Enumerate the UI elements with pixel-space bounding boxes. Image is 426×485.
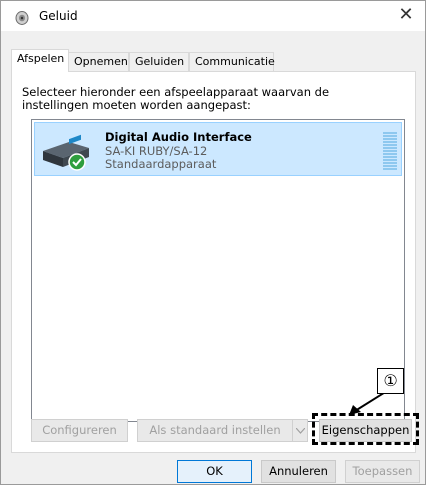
device-name: Digital Audio Interface <box>105 130 252 144</box>
device-model: SA-KI RUBY/SA-12 <box>105 144 208 158</box>
audio-device-icon <box>39 133 95 173</box>
chevron-down-icon <box>296 428 305 434</box>
device-list[interactable]: Digital Audio Interface SA-KI RUBY/SA-12… <box>31 119 405 422</box>
set-default-button[interactable]: Als standaard instellen <box>137 419 293 442</box>
default-check-icon <box>68 153 86 171</box>
sound-dialog: Geluid ✕ Afspelen Opnemen Geluiden Commu… <box>0 0 426 485</box>
tab-afspelen[interactable]: Afspelen <box>11 49 69 72</box>
title-bar: Geluid ✕ <box>1 1 425 31</box>
level-meter <box>383 132 397 170</box>
instruction-text: Selecteer hieronder een afspeelapparaat … <box>22 85 330 112</box>
close-icon[interactable]: ✕ <box>396 5 416 25</box>
device-status: Standaardapparaat <box>105 157 217 171</box>
set-default-dropdown[interactable] <box>292 419 308 442</box>
tab-opnemen[interactable]: Opnemen <box>68 52 129 71</box>
cancel-button[interactable]: Annuleren <box>261 460 336 483</box>
tab-geluiden[interactable]: Geluiden <box>129 52 189 71</box>
list-item[interactable]: Digital Audio Interface SA-KI RUBY/SA-12… <box>34 122 402 176</box>
window-title: Geluid <box>39 9 78 23</box>
configure-button[interactable]: Configureren <box>31 419 128 442</box>
tab-communicatie[interactable]: Communicatie <box>189 52 275 71</box>
ok-button[interactable]: OK <box>177 460 252 483</box>
apply-button[interactable]: Toepassen <box>345 460 420 483</box>
speaker-icon <box>14 9 30 25</box>
callout-marker: ① <box>377 368 404 394</box>
